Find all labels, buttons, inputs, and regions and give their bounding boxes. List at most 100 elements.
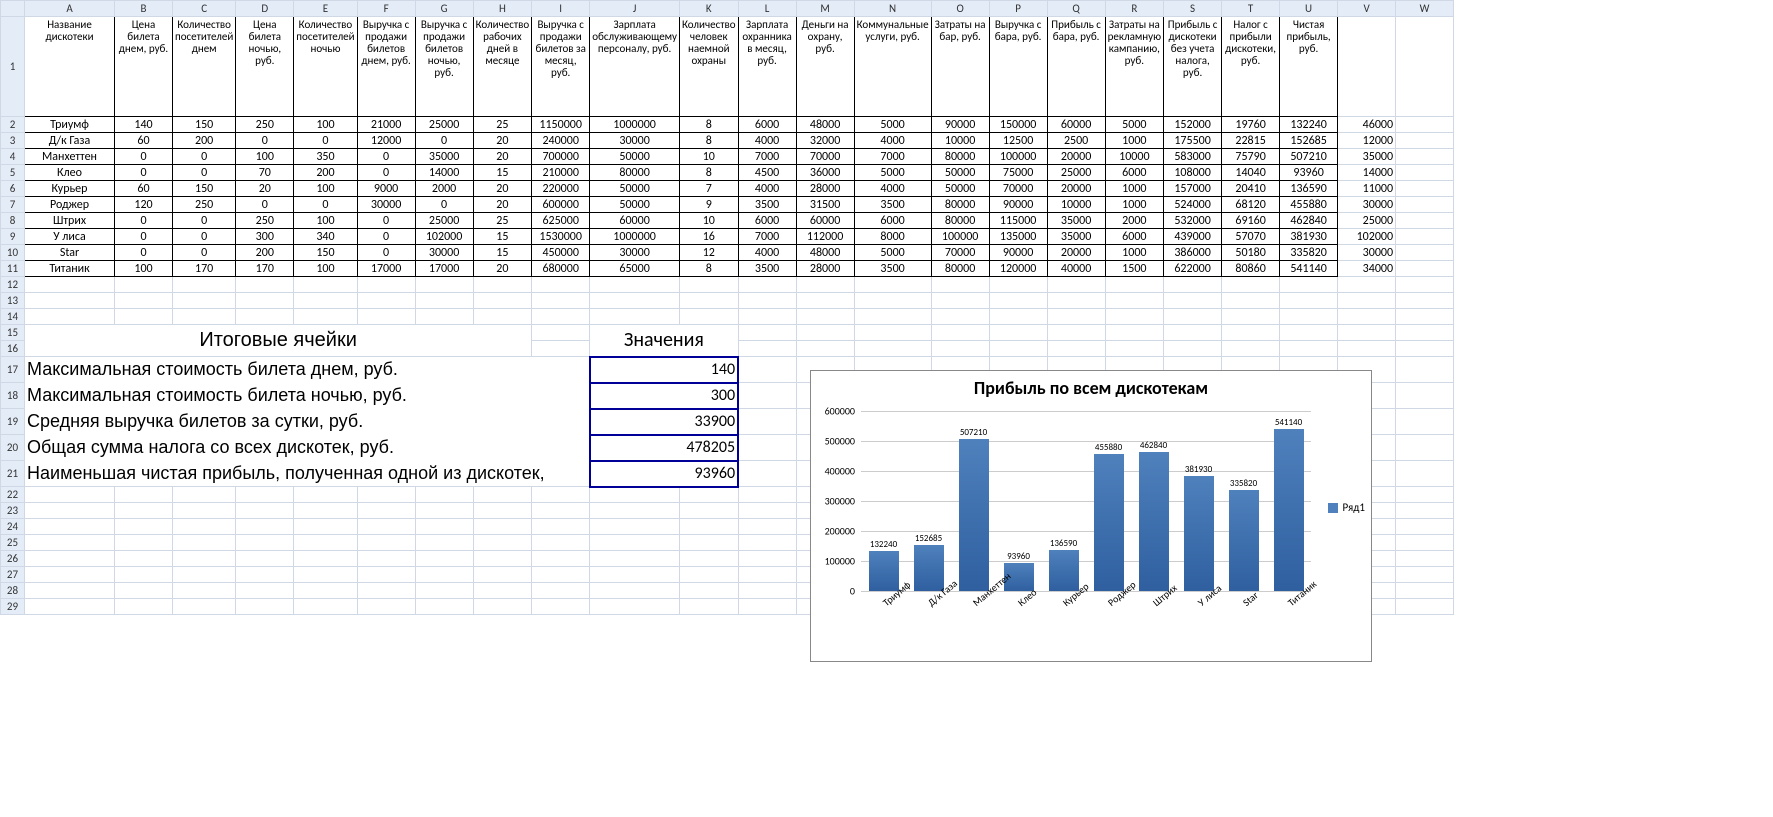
data-header-cell[interactable]: Прибыль с дискотеки без учета налога, ру… [1164, 17, 1222, 117]
cell[interactable] [357, 503, 415, 519]
cell[interactable] [738, 309, 796, 325]
data-cell[interactable]: 20000 [1047, 149, 1105, 165]
cell[interactable] [173, 277, 236, 293]
column-header-row[interactable]: ABCDEFGHIJKLMNOPQRSTUVW [1, 1, 1454, 17]
cell[interactable] [1338, 17, 1396, 117]
data-cell[interactable]: 132240 [1280, 117, 1338, 133]
cell[interactable] [115, 503, 173, 519]
cell[interactable] [357, 487, 415, 503]
cell[interactable] [473, 277, 532, 293]
data-cell[interactable]: 700000 [532, 149, 590, 165]
row-header[interactable]: 23 [1, 503, 25, 519]
cell[interactable] [1396, 165, 1454, 181]
data-cell[interactable]: Титаник [25, 261, 115, 277]
data-cell[interactable]: 68120 [1222, 197, 1280, 213]
cell[interactable] [1396, 149, 1454, 165]
data-cell[interactable]: 136590 [1280, 181, 1338, 197]
data-cell[interactable]: 21000 [357, 117, 415, 133]
data-cell[interactable]: 583000 [1164, 149, 1222, 165]
data-cell[interactable]: 5000 [854, 117, 931, 133]
data-cell[interactable]: 120000 [989, 261, 1047, 277]
cell[interactable] [115, 487, 173, 503]
cell[interactable] [931, 309, 989, 325]
column-header[interactable]: S [1164, 1, 1222, 17]
cell[interactable] [236, 519, 294, 535]
data-cell[interactable]: 152000 [1164, 117, 1222, 133]
cell[interactable] [25, 277, 115, 293]
row-header[interactable]: 29 [1, 599, 25, 615]
cell[interactable] [415, 583, 473, 599]
cell[interactable] [1396, 245, 1454, 261]
data-header-cell[interactable]: Затраты на бар, руб. [931, 17, 989, 117]
data-cell[interactable]: 340 [294, 229, 357, 245]
cell[interactable] [25, 503, 115, 519]
cell[interactable] [989, 309, 1047, 325]
cell[interactable] [1396, 519, 1454, 535]
cell[interactable] [532, 519, 590, 535]
data-cell[interactable]: 100 [294, 117, 357, 133]
column-header[interactable]: R [1105, 1, 1163, 17]
data-cell[interactable]: 35000 [1338, 149, 1396, 165]
cell[interactable] [590, 599, 680, 615]
column-header[interactable]: T [1222, 1, 1280, 17]
data-header-cell[interactable]: Выручка с продажи билетов днем, руб. [357, 17, 415, 117]
cell[interactable] [1396, 461, 1454, 487]
row-header[interactable]: 6 [1, 181, 25, 197]
data-cell[interactable]: 0 [357, 229, 415, 245]
data-cell[interactable]: 0 [173, 213, 236, 229]
data-cell[interactable]: 4000 [738, 133, 796, 149]
data-cell[interactable]: 112000 [796, 229, 854, 245]
data-header-cell[interactable]: Количество посетителей ночью [294, 17, 357, 117]
cell[interactable] [173, 583, 236, 599]
cell[interactable] [1280, 325, 1338, 341]
cell[interactable] [1105, 341, 1163, 357]
data-cell[interactable]: Роджер [25, 197, 115, 213]
data-header-cell[interactable]: Цена билета днем, руб. [115, 17, 173, 117]
data-cell[interactable]: 5000 [854, 165, 931, 181]
data-cell[interactable]: 108000 [1164, 165, 1222, 181]
row-header[interactable]: 22 [1, 487, 25, 503]
data-cell[interactable]: 9 [679, 197, 738, 213]
cell[interactable] [1280, 277, 1338, 293]
row-header[interactable]: 16 [1, 341, 25, 357]
cell[interactable] [590, 567, 680, 583]
cell[interactable] [25, 519, 115, 535]
cell[interactable] [415, 277, 473, 293]
cell[interactable] [1047, 325, 1105, 341]
row-header[interactable]: 9 [1, 229, 25, 245]
cell[interactable] [1396, 309, 1454, 325]
data-cell[interactable]: 115000 [989, 213, 1047, 229]
column-header[interactable]: A [25, 1, 115, 17]
column-header[interactable]: W [1396, 1, 1454, 17]
data-cell[interactable]: 25000 [1047, 165, 1105, 181]
data-cell[interactable]: 46000 [1338, 117, 1396, 133]
cell[interactable] [1280, 293, 1338, 309]
data-cell[interactable]: 100000 [931, 229, 989, 245]
data-cell[interactable]: 30000 [590, 133, 680, 149]
data-cell[interactable]: 0 [115, 149, 173, 165]
cell[interactable] [1396, 551, 1454, 567]
cell[interactable] [115, 535, 173, 551]
data-cell[interactable]: 1000 [1105, 133, 1163, 149]
data-cell[interactable]: 20 [473, 149, 532, 165]
data-cell[interactable]: 0 [357, 165, 415, 181]
column-header[interactable]: D [236, 1, 294, 17]
cell[interactable] [532, 503, 590, 519]
cell[interactable] [532, 535, 590, 551]
data-cell[interactable]: 60 [115, 133, 173, 149]
data-cell[interactable]: 0 [294, 133, 357, 149]
cell[interactable] [25, 567, 115, 583]
column-header[interactable]: Q [1047, 1, 1105, 17]
data-cell[interactable]: 48000 [796, 117, 854, 133]
cell[interactable] [738, 277, 796, 293]
cell[interactable] [25, 309, 115, 325]
cell[interactable] [473, 551, 532, 567]
data-cell[interactable]: 622000 [1164, 261, 1222, 277]
cell[interactable] [473, 503, 532, 519]
cell[interactable] [1396, 213, 1454, 229]
column-header[interactable]: N [854, 1, 931, 17]
data-cell[interactable]: 200 [173, 133, 236, 149]
row-header[interactable]: 5 [1, 165, 25, 181]
data-cell[interactable]: 1530000 [532, 229, 590, 245]
data-cell[interactable]: 17000 [357, 261, 415, 277]
